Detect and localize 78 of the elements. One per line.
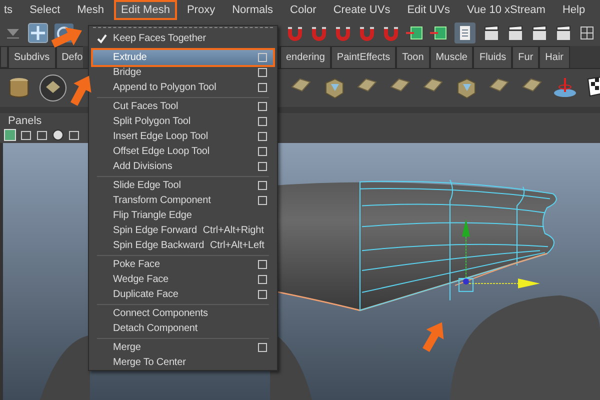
- menu-item[interactable]: Extrude: [91, 48, 275, 67]
- clapperboard-icon[interactable]: [530, 24, 548, 42]
- menu-item[interactable]: Connect Components: [91, 306, 275, 321]
- shelf-tab[interactable]: Defo: [56, 46, 83, 68]
- menu-item[interactable]: Bridge: [91, 65, 275, 80]
- view-icon[interactable]: [20, 129, 32, 141]
- option-box-icon[interactable]: [258, 196, 267, 205]
- menu-item[interactable]: Insert Edge Loop Tool: [91, 129, 275, 144]
- option-box-icon[interactable]: [258, 275, 267, 284]
- menu-item[interactable]: Add Divisions: [91, 159, 275, 174]
- menu-bar-item[interactable]: Mesh: [70, 0, 112, 20]
- menu-item[interactable]: Flip Triangle Edge: [91, 208, 275, 223]
- menu-bar-item[interactable]: Help: [555, 0, 592, 20]
- menu-bar-item[interactable]: Create UVs: [326, 0, 398, 20]
- shelf-tab[interactable]: Hair: [539, 46, 570, 68]
- option-box-icon[interactable]: [258, 68, 267, 77]
- shelf-tab[interactable]: Muscle: [430, 46, 474, 68]
- menu-bar-item[interactable]: Edit UVs: [400, 0, 457, 20]
- option-box-icon[interactable]: [258, 290, 267, 299]
- clapperboard-icon[interactable]: [506, 24, 524, 42]
- view-icon[interactable]: [68, 129, 80, 141]
- grid-icon[interactable]: [578, 24, 596, 42]
- magnet-icon[interactable]: [286, 24, 304, 42]
- menu-item[interactable]: Wedge Face: [91, 272, 275, 287]
- menu-item[interactable]: Transform Component: [91, 193, 275, 208]
- menu-bar-item[interactable]: Vue 10 xStream: [460, 0, 552, 20]
- shelf-tab[interactable]: endering: [280, 46, 331, 68]
- shelf-tab[interactable]: Fur: [512, 46, 540, 68]
- magnet-icon[interactable]: [334, 24, 352, 42]
- clapperboard-icon[interactable]: [554, 24, 572, 42]
- menu-item[interactable]: Keep Faces Together: [91, 31, 275, 46]
- polygon-grid-icon[interactable]: [39, 74, 67, 102]
- annotation-arrow: [51, 27, 82, 48]
- option-box-icon[interactable]: [258, 117, 267, 126]
- menu-item[interactable]: Spin Edge Backward Ctrl+Alt+Left: [91, 238, 275, 253]
- option-box-icon[interactable]: [258, 102, 267, 111]
- option-box-icon[interactable]: [258, 132, 267, 141]
- view-icon[interactable]: [36, 129, 48, 141]
- magnet-icon[interactable]: [310, 24, 328, 42]
- shelf-tab[interactable]: Fluids: [473, 46, 512, 68]
- menu-bar-item[interactable]: Color: [283, 0, 324, 20]
- option-box-icon[interactable]: [258, 181, 267, 190]
- magnet-icon[interactable]: [358, 24, 376, 42]
- menu-item[interactable]: Split Polygon Tool: [91, 114, 275, 129]
- shelf-tab[interactable]: Subdivs: [8, 46, 56, 68]
- document-icon[interactable]: [454, 22, 476, 44]
- option-box-icon[interactable]: [258, 343, 267, 352]
- menu-item[interactable]: Spin Edge Forward Ctrl+Alt+Right: [91, 223, 275, 238]
- sphere-icon[interactable]: [52, 129, 64, 141]
- clapperboard-icon[interactable]: [482, 24, 500, 42]
- menu-item[interactable]: Merge: [91, 340, 275, 355]
- option-box-icon[interactable]: [258, 83, 267, 92]
- menu-item[interactable]: Slide Edge Tool: [91, 178, 275, 193]
- move-tool-icon[interactable]: [28, 23, 48, 43]
- menu-item[interactable]: Detach Component: [91, 321, 275, 336]
- menu-bar-item[interactable]: Proxy: [180, 0, 222, 20]
- menu-bar-item[interactable]: Edit Mesh: [114, 0, 177, 20]
- menu-bar-item[interactable]: Select: [22, 0, 68, 20]
- annotation-arrow: [70, 76, 92, 106]
- menu-item[interactable]: Duplicate Face: [91, 287, 275, 302]
- menu-item[interactable]: Append to Polygon Tool: [91, 80, 275, 95]
- menu-bar-item[interactable]: ts: [0, 0, 20, 20]
- menu-bar-item[interactable]: Normals: [225, 0, 280, 20]
- box-arrow-icon[interactable]: [406, 24, 424, 42]
- option-box-icon[interactable]: [258, 162, 267, 171]
- option-box-icon[interactable]: [258, 147, 267, 156]
- panels-menu[interactable]: Panels: [8, 115, 42, 127]
- box-arrow-icon[interactable]: [430, 24, 448, 42]
- shelf-tab[interactable]: Toon: [396, 46, 430, 68]
- menu-item[interactable]: Poke Face: [91, 257, 275, 272]
- shelf-tab[interactable]: PaintEffects: [330, 46, 396, 68]
- menu-item[interactable]: Offset Edge Loop Tool: [91, 144, 275, 159]
- menu-item[interactable]: Cut Faces Tool: [91, 99, 275, 114]
- annotation-arrow: [422, 322, 444, 352]
- option-box-icon[interactable]: [258, 260, 267, 269]
- magnet-icon[interactable]: [382, 24, 400, 42]
- option-box-icon[interactable]: [258, 53, 267, 62]
- menu-item[interactable]: Merge To Center: [91, 355, 275, 370]
